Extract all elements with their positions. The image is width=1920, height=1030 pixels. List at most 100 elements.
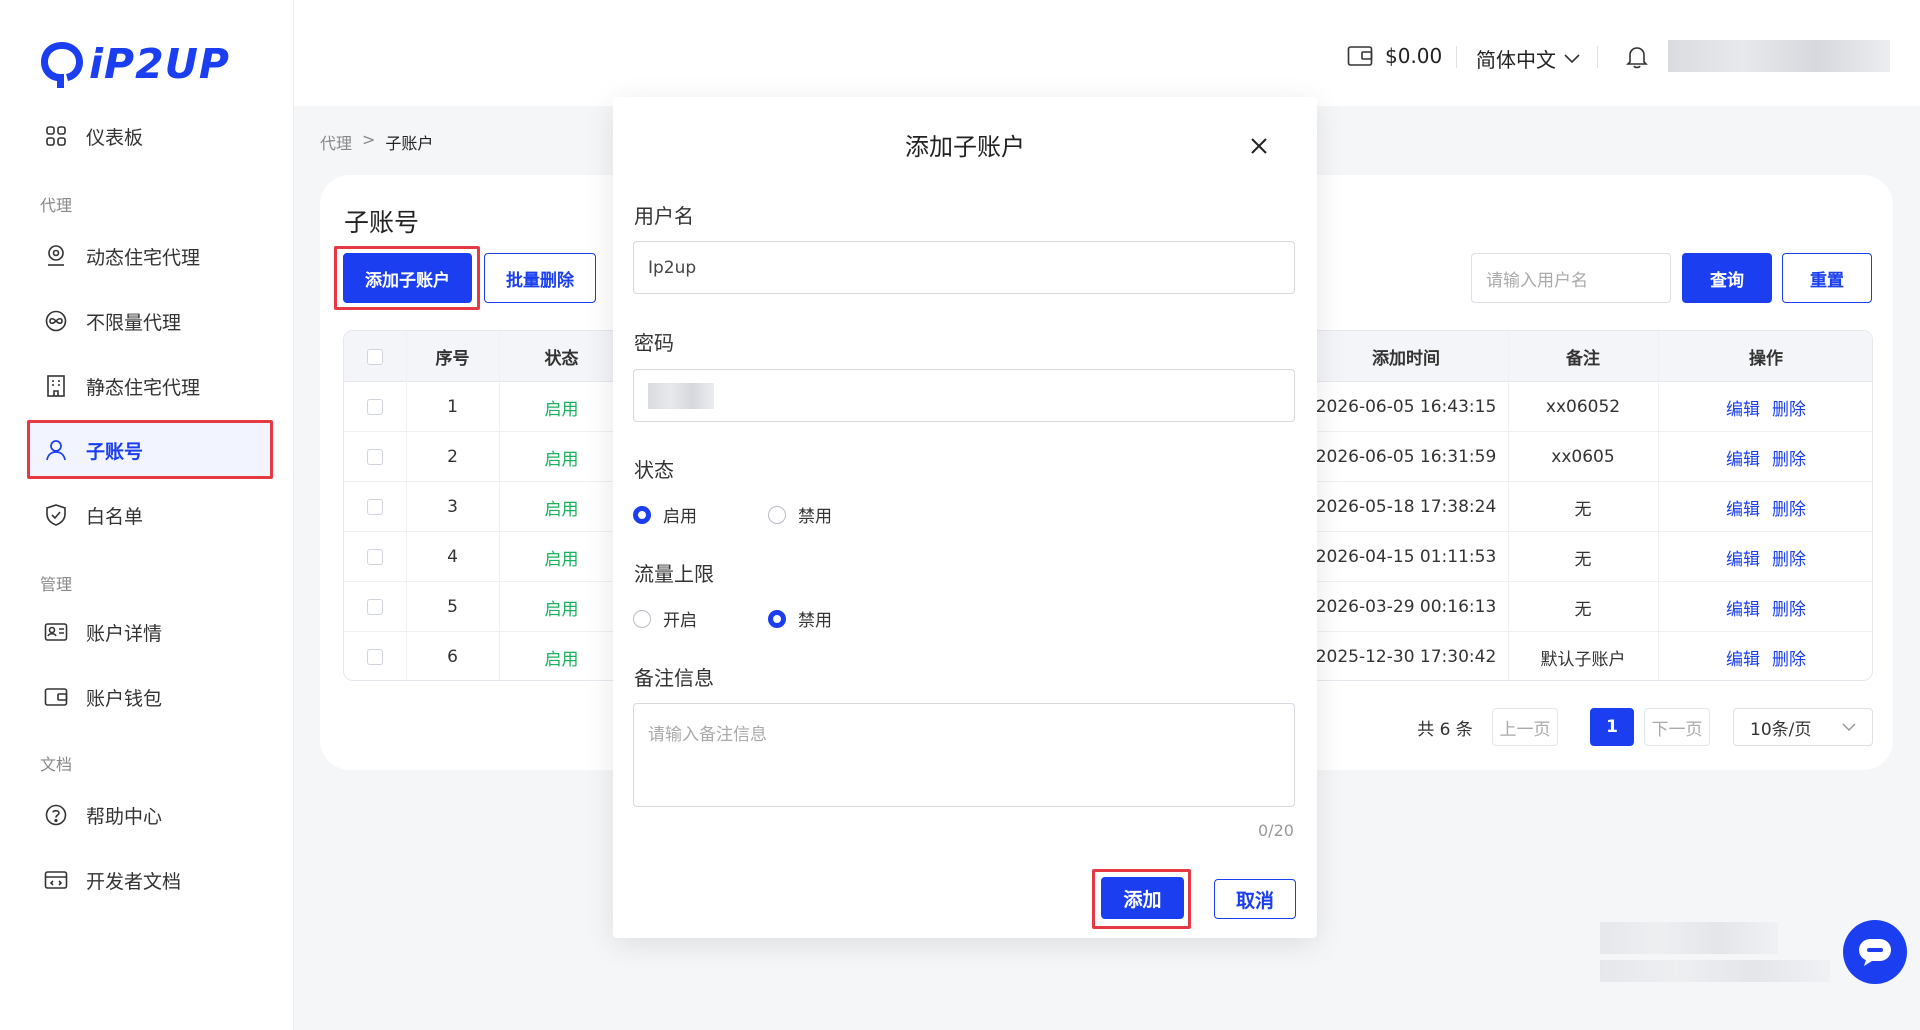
sidebar-item-static-residential[interactable]: 静态住宅代理 — [27, 357, 273, 415]
status-label: 状态 — [634, 458, 674, 482]
username-label: 用户名 — [634, 204, 694, 228]
row-select-cell[interactable] — [344, 382, 406, 432]
column-header-added-time: 添加时间 — [1372, 349, 1440, 369]
row-select-cell[interactable] — [344, 582, 406, 632]
username-input[interactable]: Ip2up — [633, 241, 1295, 294]
traffic-radio-off[interactable]: 禁用 — [768, 606, 832, 631]
row-checkbox[interactable] — [367, 649, 383, 665]
password-input[interactable] — [633, 369, 1295, 422]
traffic-radio-on[interactable]: 开启 — [633, 606, 697, 631]
sidebar-item-developer-docs[interactable]: 开发者文档 — [27, 851, 273, 909]
page-button-current[interactable]: 1 — [1590, 708, 1634, 746]
chevron-down-icon — [1564, 53, 1580, 63]
add-sub-account-dialog — [613, 97, 1317, 938]
add-confirm-button[interactable]: 添加 — [1101, 877, 1184, 919]
edit-link[interactable]: 编辑 — [1726, 445, 1760, 470]
delete-link[interactable]: 删除 — [1772, 495, 1806, 520]
select-all-checkbox[interactable] — [367, 348, 383, 365]
sidebar-item-help-center[interactable]: 帮助中心 — [27, 786, 273, 844]
username-search-input[interactable]: 请输入用户名 — [1471, 253, 1671, 303]
row-added-time: 2026-06-05 16:43:15 — [1315, 397, 1497, 417]
sidebar-item-label: 子账号 — [86, 440, 144, 463]
row-select-cell[interactable] — [344, 532, 406, 582]
chevron-down-icon — [1842, 722, 1856, 731]
nav-section-proxy: 代理 — [40, 196, 73, 215]
row-status: 启用 — [544, 549, 579, 570]
edit-link[interactable]: 编辑 — [1726, 545, 1760, 570]
sidebar-item-dynamic-residential[interactable]: 动态住宅代理 — [27, 227, 273, 285]
sidebar-item-dashboard[interactable]: 仪表板 — [27, 107, 273, 165]
select-all-cell[interactable] — [344, 331, 406, 382]
delete-link[interactable]: 删除 — [1772, 545, 1806, 570]
radio-label: 开启 — [663, 611, 697, 631]
row-checkbox[interactable] — [367, 599, 383, 615]
query-button[interactable]: 查询 — [1682, 253, 1772, 303]
reset-button[interactable]: 重置 — [1782, 253, 1872, 303]
user-account-redacted[interactable] — [1668, 40, 1890, 72]
column-header-note: 备注 — [1566, 349, 1600, 369]
redacted-block — [1600, 922, 1778, 954]
sidebar-item-wallet[interactable]: 账户钱包 — [27, 668, 273, 726]
id-card-icon — [44, 620, 68, 644]
brand-logo[interactable]: iP2UP — [37, 36, 230, 92]
sidebar-item-sub-accounts[interactable]: 子账号 — [27, 421, 273, 479]
edit-link[interactable]: 编辑 — [1726, 495, 1760, 520]
row-actions: 编辑 删除 — [1658, 432, 1872, 482]
row-status: 启用 — [544, 649, 579, 670]
infinity-icon — [44, 309, 68, 333]
delete-link[interactable]: 删除 — [1772, 445, 1806, 470]
breadcrumb-parent[interactable]: 代理 — [320, 130, 352, 154]
sidebar-item-label: 账户钱包 — [86, 687, 163, 710]
edit-link[interactable]: 编辑 — [1726, 645, 1760, 670]
radio-selected-icon — [633, 505, 651, 524]
redacted-block — [1600, 960, 1830, 982]
note-textarea[interactable]: 请输入备注信息 — [633, 703, 1295, 807]
sidebar-item-unlimited[interactable]: 不限量代理 — [27, 292, 273, 350]
sidebar-item-label: 不限量代理 — [86, 311, 182, 334]
row-checkbox[interactable] — [367, 549, 383, 565]
row-checkbox[interactable] — [367, 399, 383, 415]
bell-icon — [1626, 47, 1648, 69]
row-select-cell[interactable] — [344, 632, 406, 680]
row-note: 无 — [1574, 599, 1592, 620]
status-radio-disabled[interactable]: 禁用 — [768, 502, 832, 527]
close-icon[interactable] — [1247, 134, 1271, 158]
edit-link[interactable]: 编辑 — [1726, 395, 1760, 420]
row-select-cell[interactable] — [344, 432, 406, 482]
delete-link[interactable]: 删除 — [1772, 595, 1806, 620]
brand-name: iP2UP — [89, 40, 230, 88]
row-actions: 编辑 删除 — [1658, 482, 1872, 532]
language-selector[interactable]: 简体中文 — [1476, 44, 1580, 73]
next-page-button[interactable]: 下一页 — [1644, 708, 1710, 746]
cancel-button[interactable]: 取消 — [1214, 879, 1296, 919]
add-sub-account-button[interactable]: 添加子账户 — [343, 253, 472, 303]
balance-amount: $0.00 — [1385, 44, 1443, 68]
edit-link[interactable]: 编辑 — [1726, 595, 1760, 620]
row-added-time: 2026-03-29 00:16:13 — [1315, 597, 1497, 617]
shield-icon — [44, 503, 68, 527]
language-label: 简体中文 — [1476, 48, 1556, 72]
prev-page-button[interactable]: 上一页 — [1492, 708, 1558, 746]
batch-delete-button[interactable]: 批量删除 — [484, 253, 596, 303]
delete-link[interactable]: 删除 — [1772, 645, 1806, 670]
row-select-cell[interactable] — [344, 482, 406, 532]
password-label: 密码 — [634, 331, 674, 355]
column-header-actions: 操作 — [1749, 349, 1783, 369]
page-title: 子账号 — [344, 208, 420, 237]
row-note: 无 — [1574, 549, 1592, 570]
radio-label: 启用 — [663, 507, 697, 527]
row-checkbox[interactable] — [367, 449, 383, 465]
sidebar-item-label: 白名单 — [86, 505, 144, 528]
notification-bell[interactable] — [1626, 45, 1648, 69]
delete-link[interactable]: 删除 — [1772, 395, 1806, 420]
chat-support-button[interactable] — [1843, 920, 1907, 984]
balance-display[interactable]: $0.00 — [1347, 44, 1442, 68]
sidebar-item-whitelist[interactable]: 白名单 — [27, 486, 273, 544]
page-size-select[interactable]: 10条/页 — [1733, 708, 1873, 746]
user-icon — [44, 438, 68, 462]
note-label: 备注信息 — [634, 666, 714, 690]
status-radio-enabled[interactable]: 启用 — [633, 502, 697, 527]
sidebar-item-account-details[interactable]: 账户详情 — [27, 603, 273, 661]
row-status: 启用 — [544, 449, 579, 470]
row-checkbox[interactable] — [367, 499, 383, 515]
